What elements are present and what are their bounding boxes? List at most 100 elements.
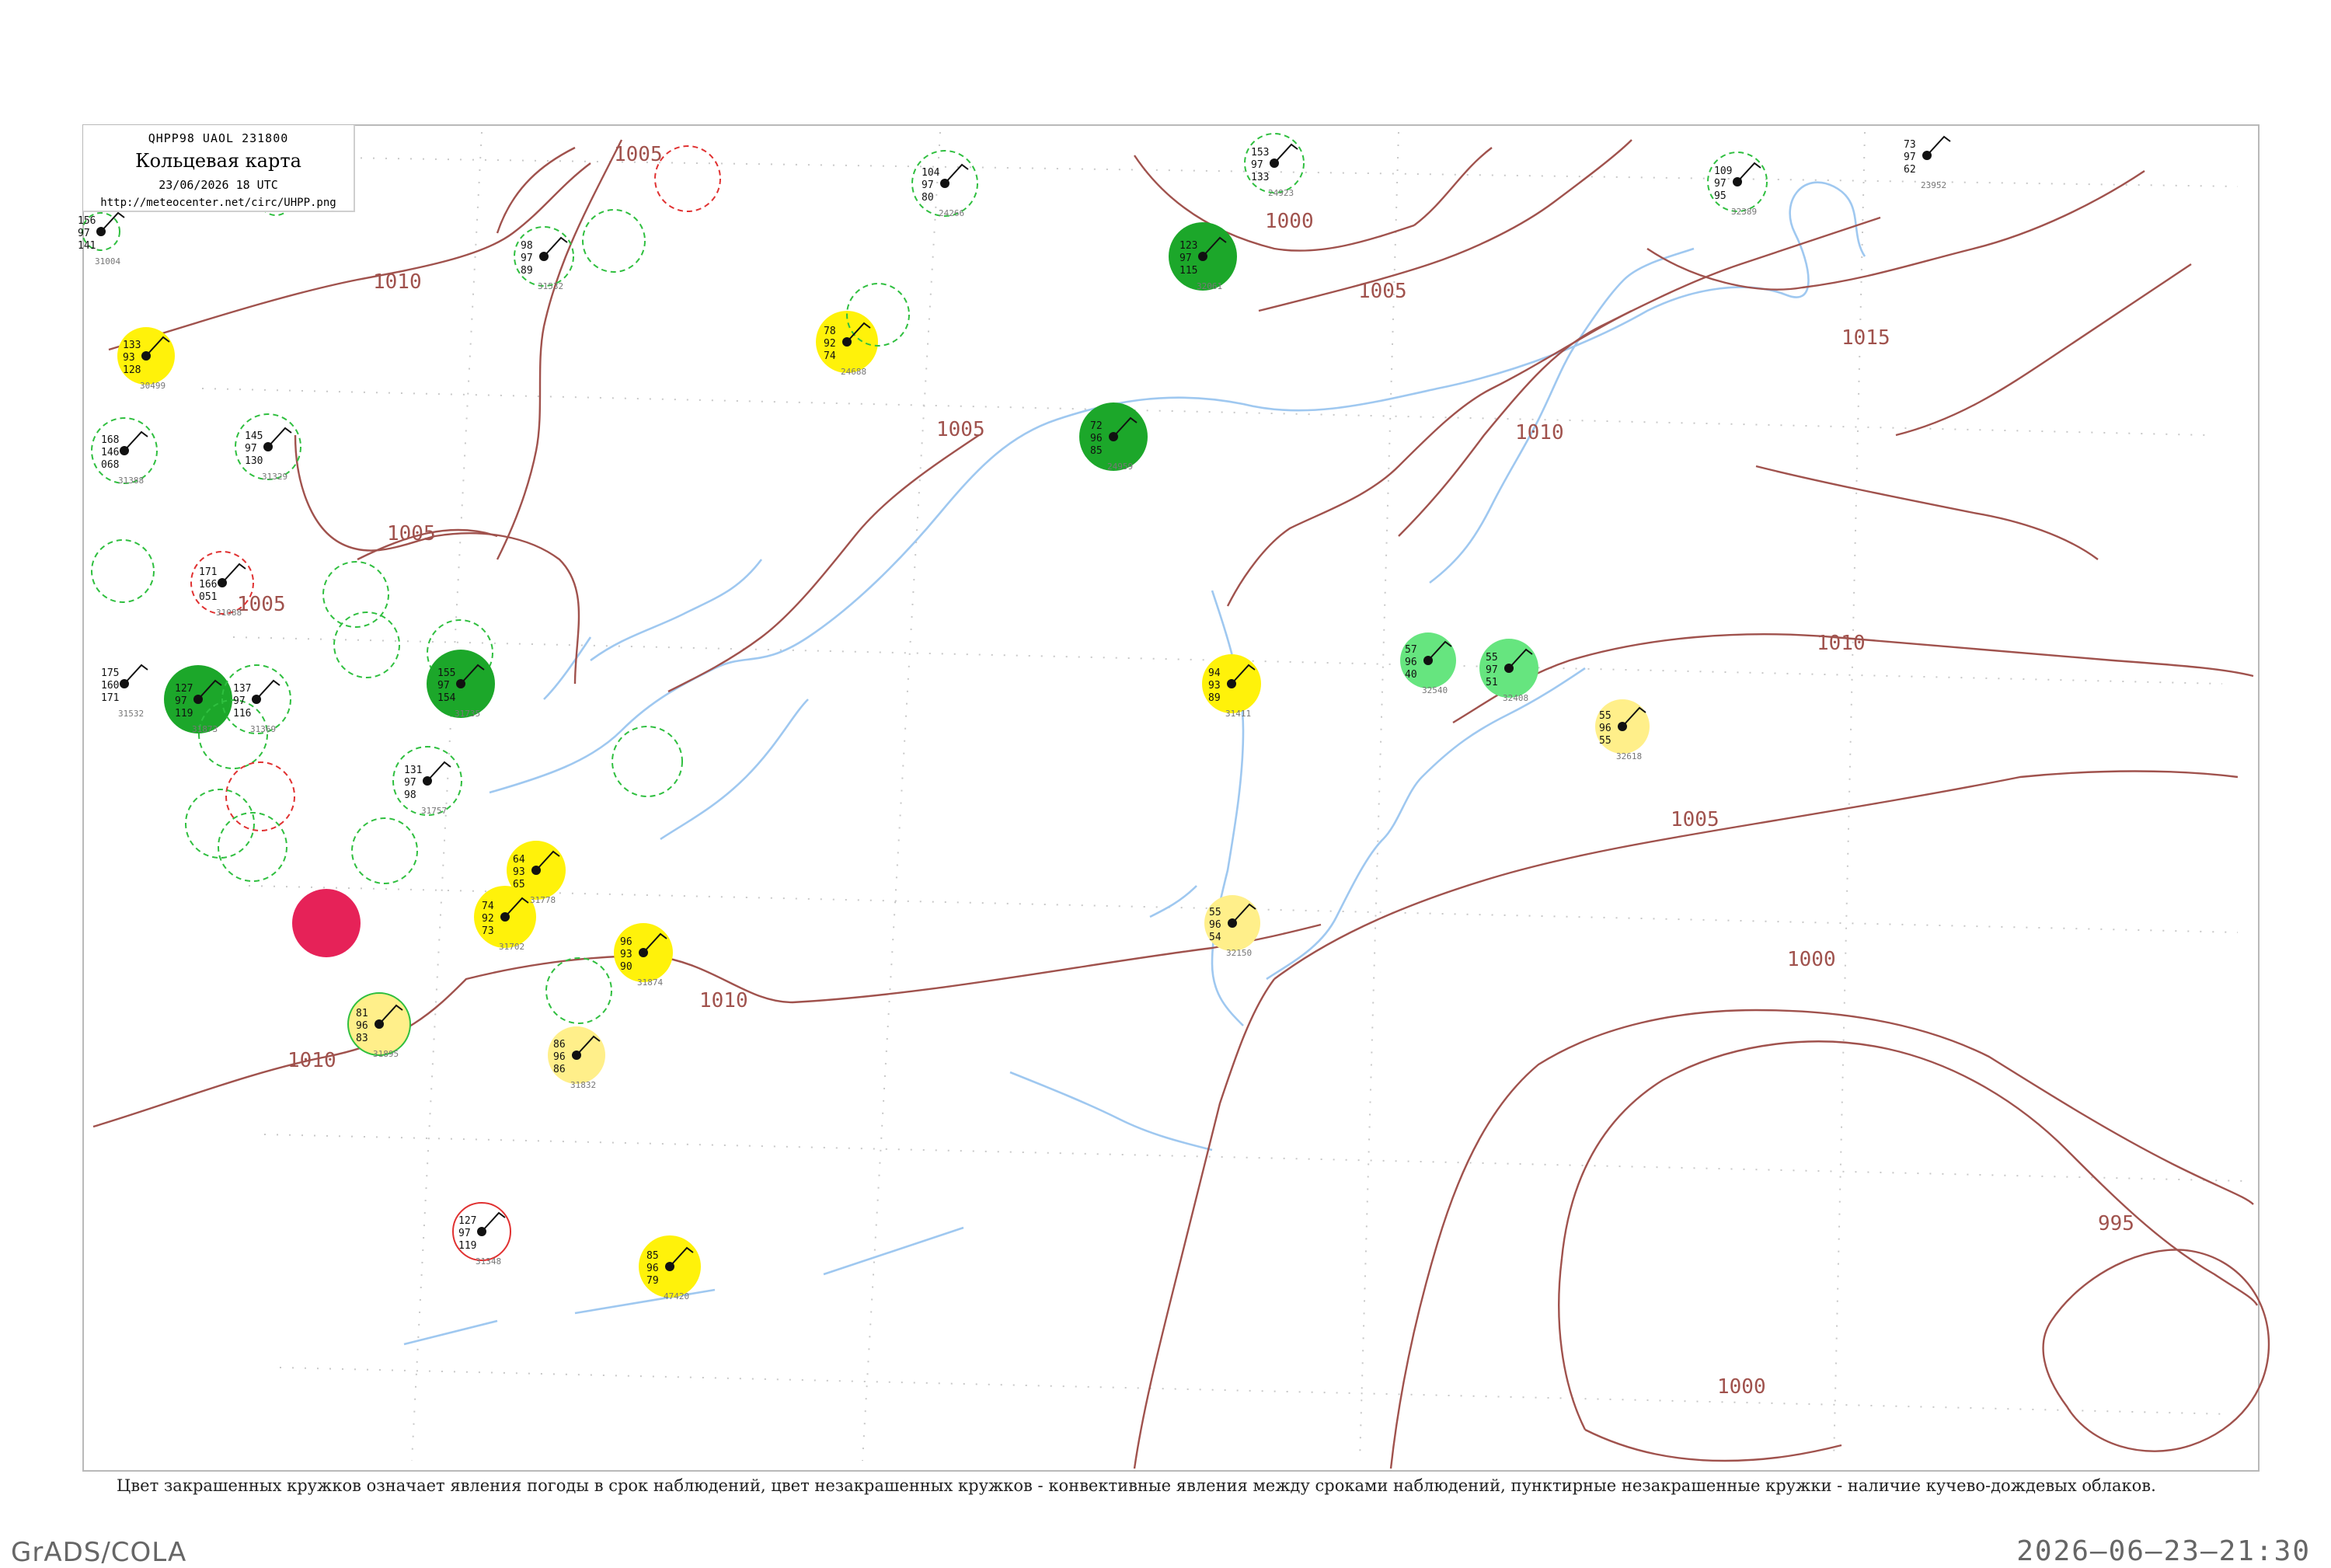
station-value: 72 xyxy=(1090,420,1103,432)
station-value: 98 xyxy=(521,240,533,252)
isobar-label: 1010 xyxy=(1817,632,1866,655)
station-id: 31329 xyxy=(262,472,287,482)
station-value: 98 xyxy=(404,789,416,801)
footer-timestamp: 2026–06–23–21:30 xyxy=(2016,1535,2311,1567)
station-value: 86 xyxy=(553,1039,566,1051)
station-id: 24923 xyxy=(1268,188,1294,198)
station-value: 97 xyxy=(437,680,450,692)
station-id: 32389 xyxy=(1731,207,1757,217)
station-value: 40 xyxy=(1405,669,1417,681)
weather-map: 1000 1000 1000 1005 1005 1005 1005 1005 … xyxy=(78,124,2270,1472)
isobar-label: 1010 xyxy=(699,989,748,1012)
station-value: 51 xyxy=(1486,677,1498,688)
station-value: 97 xyxy=(233,695,246,707)
station-value: 119 xyxy=(175,708,193,720)
isobar-label: 1005 xyxy=(237,593,286,616)
station-value: 80 xyxy=(922,192,934,204)
station-value: 97 xyxy=(1486,664,1498,676)
station-value: 145 xyxy=(245,430,263,442)
isobar-label: 1005 xyxy=(936,418,985,441)
station-value: 65 xyxy=(513,879,525,890)
station-value: 85 xyxy=(1090,445,1103,457)
station-value: 73 xyxy=(482,925,494,937)
station-value: 068 xyxy=(101,459,119,471)
station-value: 97 xyxy=(175,695,187,707)
station-value: 96 xyxy=(1090,433,1103,444)
isobar-label: 1005 xyxy=(1358,280,1407,303)
footer-software: GrADS/COLA xyxy=(11,1537,187,1568)
station-id: 31757 xyxy=(421,806,447,816)
station-value: 154 xyxy=(437,692,456,704)
station-value: 130 xyxy=(245,455,263,467)
station-value: 78 xyxy=(824,326,836,337)
station-id: 30499 xyxy=(140,381,166,391)
station-id: 24959 xyxy=(1107,462,1133,472)
station-value: 97 xyxy=(521,253,533,264)
map-url: http://meteocenter.net/circ/UHPP.png xyxy=(100,197,336,209)
station-value: 97 xyxy=(404,777,416,789)
station-id: 31088 xyxy=(216,608,242,618)
station-id: 32061 xyxy=(1197,281,1222,291)
isobar-label: 1010 xyxy=(373,270,422,294)
station-value: 97 xyxy=(1251,159,1263,171)
station-value: 74 xyxy=(482,901,494,912)
station-value: 55 xyxy=(1486,652,1498,664)
isobar-label: 1005 xyxy=(387,522,436,545)
station-value: 175 xyxy=(101,667,119,679)
station-value: 94 xyxy=(1208,667,1221,679)
product-code: QHPP98 UAOL 231800 xyxy=(148,131,289,145)
station-value: 115 xyxy=(1179,265,1197,277)
station-value: 156 xyxy=(78,215,96,227)
legend-caption: Цвет закрашенных кружков означает явлени… xyxy=(117,1476,2156,1495)
station-id: 31778 xyxy=(530,895,556,905)
station-value: 104 xyxy=(922,167,940,179)
station-value: 93 xyxy=(1208,680,1221,692)
station-id: 32618 xyxy=(1616,751,1642,761)
isobar-label: 1010 xyxy=(1515,421,1564,444)
station-id: 31348 xyxy=(476,1256,501,1267)
station-value: 127 xyxy=(175,683,193,695)
station-id: 31532 xyxy=(538,281,563,291)
isobar-label: 1000 xyxy=(1265,210,1314,233)
map-title: Кольцевая карта xyxy=(135,150,301,172)
station-value: 96 xyxy=(356,1020,368,1032)
station-value: 74 xyxy=(824,350,836,362)
station-value: 97 xyxy=(1714,178,1726,190)
station-value: 116 xyxy=(233,708,251,720)
station-value: 96 xyxy=(1209,919,1221,931)
isobar-label: 1000 xyxy=(1787,948,1836,971)
station-id: 24266 xyxy=(939,208,964,218)
station-value: 155 xyxy=(437,667,455,679)
station-value: 57 xyxy=(1405,644,1417,656)
station-value: 81 xyxy=(356,1008,368,1019)
station-value: 97 xyxy=(1179,253,1192,264)
station-id: 32408 xyxy=(1503,693,1528,703)
station-value: 96 xyxy=(646,1263,659,1274)
station-value: 171 xyxy=(101,692,119,704)
station-value: 93 xyxy=(620,949,632,960)
isobar-label: 1000 xyxy=(1717,1375,1766,1399)
station-id: 31895 xyxy=(373,1049,399,1059)
station-value: 96 xyxy=(1405,657,1417,668)
station-value: 141 xyxy=(78,240,96,252)
station-id: 31874 xyxy=(637,977,663,988)
isobar-label: 1015 xyxy=(1841,326,1890,350)
station-id: 31873 xyxy=(192,724,218,734)
station-id: 47420 xyxy=(664,1291,689,1301)
isobar-label: 1005 xyxy=(614,143,663,166)
station-value: 93 xyxy=(123,352,135,364)
station-value: 96 xyxy=(620,936,632,948)
station-id: 23952 xyxy=(1921,180,1946,190)
station-value: 128 xyxy=(123,364,141,376)
station-id: 31832 xyxy=(570,1080,596,1090)
station-value: 123 xyxy=(1179,240,1197,252)
station-value: 133 xyxy=(123,340,141,351)
station-value: 96 xyxy=(1599,723,1611,734)
station-id: 31004 xyxy=(95,256,120,267)
station-value: 92 xyxy=(482,913,494,925)
station-value: 133 xyxy=(1251,172,1269,183)
station-value: 54 xyxy=(1209,932,1221,943)
station-id: 32150 xyxy=(1226,948,1252,958)
station-value: 109 xyxy=(1714,166,1732,177)
map-datetime: 23/06/2026 18 UTC xyxy=(159,178,278,192)
